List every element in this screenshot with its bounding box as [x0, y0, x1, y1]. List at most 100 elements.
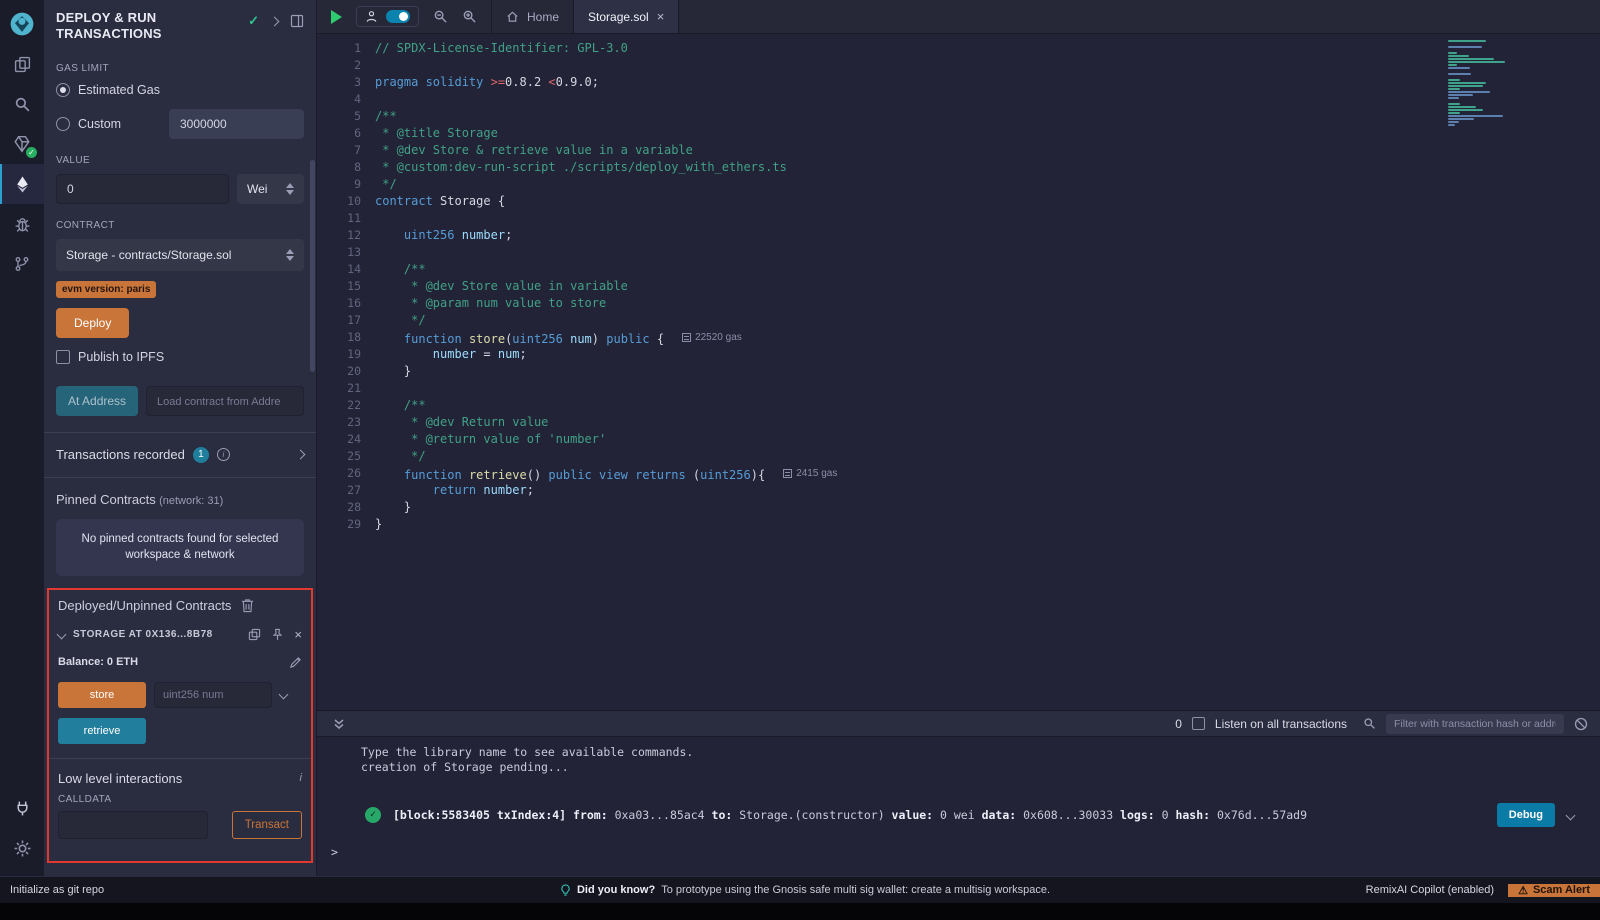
panel-scrollbar[interactable]: [310, 160, 315, 372]
custom-gas-input[interactable]: [169, 109, 304, 139]
terminal-line: Type the library name to see available c…: [317, 745, 1600, 760]
tab-close-icon[interactable]: ×: [657, 9, 665, 24]
info-icon[interactable]: i: [217, 448, 230, 461]
store-button[interactable]: store: [58, 682, 146, 708]
pinned-empty-message: No pinned contracts found for selected w…: [56, 519, 304, 576]
panel-expand-icon[interactable]: [270, 16, 280, 26]
sidebar-item-deploy-run[interactable]: [0, 164, 44, 204]
chevron-down-icon[interactable]: [1566, 810, 1576, 820]
sidebar-item-plugin-manager[interactable]: [0, 788, 44, 828]
search-icon: [14, 96, 31, 113]
main-row: ✓: [0, 0, 1600, 876]
terminal-toolbar: 0 Listen on all transactions: [317, 711, 1600, 737]
panel-header: DEPLOY & RUN TRANSACTIONS ✓: [44, 0, 316, 45]
sidebar-item-settings[interactable]: [0, 828, 44, 868]
copy-icon[interactable]: [248, 628, 261, 641]
custom-gas-label: Custom: [78, 117, 161, 131]
at-address-input[interactable]: [146, 386, 304, 416]
terminal-search-icon[interactable]: [1363, 717, 1376, 730]
deploy-run-panel: DEPLOY & RUN TRANSACTIONS ✓ GAS LIMIT Es…: [44, 0, 317, 876]
balance-row: Balance: 0 ETH: [58, 656, 302, 669]
value-unit-select[interactable]: Wei: [237, 174, 304, 204]
balance-label: Balance: 0 ETH: [58, 656, 138, 668]
at-address-button[interactable]: At Address: [56, 386, 138, 416]
chevron-down-icon[interactable]: [279, 690, 289, 700]
divider: [44, 477, 316, 478]
store-arg-input[interactable]: [154, 682, 272, 708]
transactions-recorded-label: Transactions recorded: [56, 447, 185, 462]
transact-button[interactable]: Transact: [232, 811, 302, 839]
value-label: VALUE: [56, 155, 304, 166]
code-editor[interactable]: 1234567891011121314151617181920212223242…: [317, 34, 1600, 710]
publish-ipfs-checkbox[interactable]: [56, 350, 70, 364]
did-you-know-tip: Did you know? To prototype using the Gno…: [560, 884, 1050, 897]
edit-pencil-icon[interactable]: [289, 656, 302, 669]
workspaces-icon: [14, 56, 31, 73]
pin-panel-icon[interactable]: [290, 14, 304, 28]
listened-tx-count: 0: [1175, 717, 1182, 731]
pin-icon[interactable]: [271, 628, 284, 641]
minimap[interactable]: [1448, 40, 1588, 127]
run-script-play-icon[interactable]: [331, 10, 342, 24]
copilot-person-icon: [365, 10, 378, 23]
calldata-input[interactable]: [58, 811, 208, 839]
chevron-down-icon[interactable]: [57, 629, 67, 639]
transaction-log-row[interactable]: ✓ [block:5583405 txIndex:4] from: 0xa03.…: [317, 803, 1600, 827]
close-icon[interactable]: ×: [294, 627, 302, 642]
chevron-right-icon[interactable]: [296, 450, 306, 460]
pinned-contracts-title: Pinned Contracts: [56, 492, 156, 507]
sidebar-item-git[interactable]: [0, 244, 44, 284]
clear-console-icon[interactable]: [1574, 717, 1588, 731]
transactions-recorded-row[interactable]: Transactions recorded 1 i: [56, 433, 304, 477]
git-init-status[interactable]: Initialize as git repo: [10, 884, 104, 896]
value-unit-label: Wei: [247, 182, 267, 196]
scam-alert-badge[interactable]: ⚠ Scam Alert: [1508, 884, 1600, 897]
terminal-content[interactable]: Type the library name to see available c…: [317, 737, 1600, 876]
debug-button[interactable]: Debug: [1497, 803, 1555, 827]
contract-label: CONTRACT: [56, 220, 304, 231]
copilot-status[interactable]: RemixAI Copilot (enabled): [1366, 884, 1494, 896]
info-icon[interactable]: i: [300, 772, 302, 784]
estimated-gas-radio[interactable]: [56, 83, 70, 97]
gear-icon: [14, 840, 31, 857]
editor-toolbar: [317, 0, 491, 33]
contract-select-value: Storage - contracts/Storage.sol: [66, 248, 231, 262]
deployed-contracts-title: Deployed/Unpinned Contracts: [58, 598, 231, 613]
value-row: Wei: [56, 174, 304, 204]
retrieve-button[interactable]: retrieve: [58, 718, 146, 744]
tab-home[interactable]: Home: [491, 0, 574, 33]
zoom-in-icon[interactable]: [462, 9, 477, 24]
value-input[interactable]: [56, 174, 229, 204]
terminal-filter-input[interactable]: [1386, 714, 1564, 734]
sidebar-item-search[interactable]: [0, 84, 44, 124]
listen-all-checkbox[interactable]: [1192, 717, 1205, 730]
tab-storage-sol[interactable]: Storage.sol ×: [574, 0, 679, 33]
transactions-count-badge: 1: [193, 447, 209, 463]
pinned-contracts-section: Pinned Contracts (network: 31) No pinned…: [56, 492, 304, 576]
contract-instance-label: STORAGE AT 0X136...8B78: [73, 629, 213, 640]
sidebar-item-compiler[interactable]: ✓: [0, 124, 44, 164]
remix-logo[interactable]: [0, 4, 44, 44]
contract-instance-header[interactable]: STORAGE AT 0X136...8B78 ×: [58, 627, 302, 642]
sidebar-item-workspaces[interactable]: [0, 44, 44, 84]
icon-sidebar: ✓: [0, 0, 44, 876]
sidebar-item-debugger[interactable]: [0, 204, 44, 244]
custom-gas-row: Custom: [56, 109, 304, 139]
at-address-row: At Address: [56, 386, 304, 416]
expand-terminal-icon[interactable]: [333, 718, 345, 730]
terminal-line: creation of Storage pending...: [317, 760, 1600, 775]
contract-select[interactable]: Storage - contracts/Storage.sol: [56, 239, 304, 271]
custom-gas-radio[interactable]: [56, 117, 70, 131]
trash-icon[interactable]: [241, 598, 254, 613]
pinned-network-label: (network: 31): [159, 495, 223, 507]
lightbulb-icon: [560, 884, 571, 897]
zoom-out-icon[interactable]: [433, 9, 448, 24]
terminal-prompt[interactable]: >: [331, 845, 1600, 859]
line-numbers: 1234567891011121314151617181920212223242…: [317, 40, 375, 710]
copilot-toggle[interactable]: [386, 10, 410, 23]
deploy-button[interactable]: Deploy: [56, 308, 129, 338]
stepper-arrows-icon: [278, 183, 294, 195]
ai-copilot-group: [356, 6, 419, 27]
tab-file-label: Storage.sol: [588, 10, 649, 24]
git-branch-icon: [14, 256, 30, 272]
